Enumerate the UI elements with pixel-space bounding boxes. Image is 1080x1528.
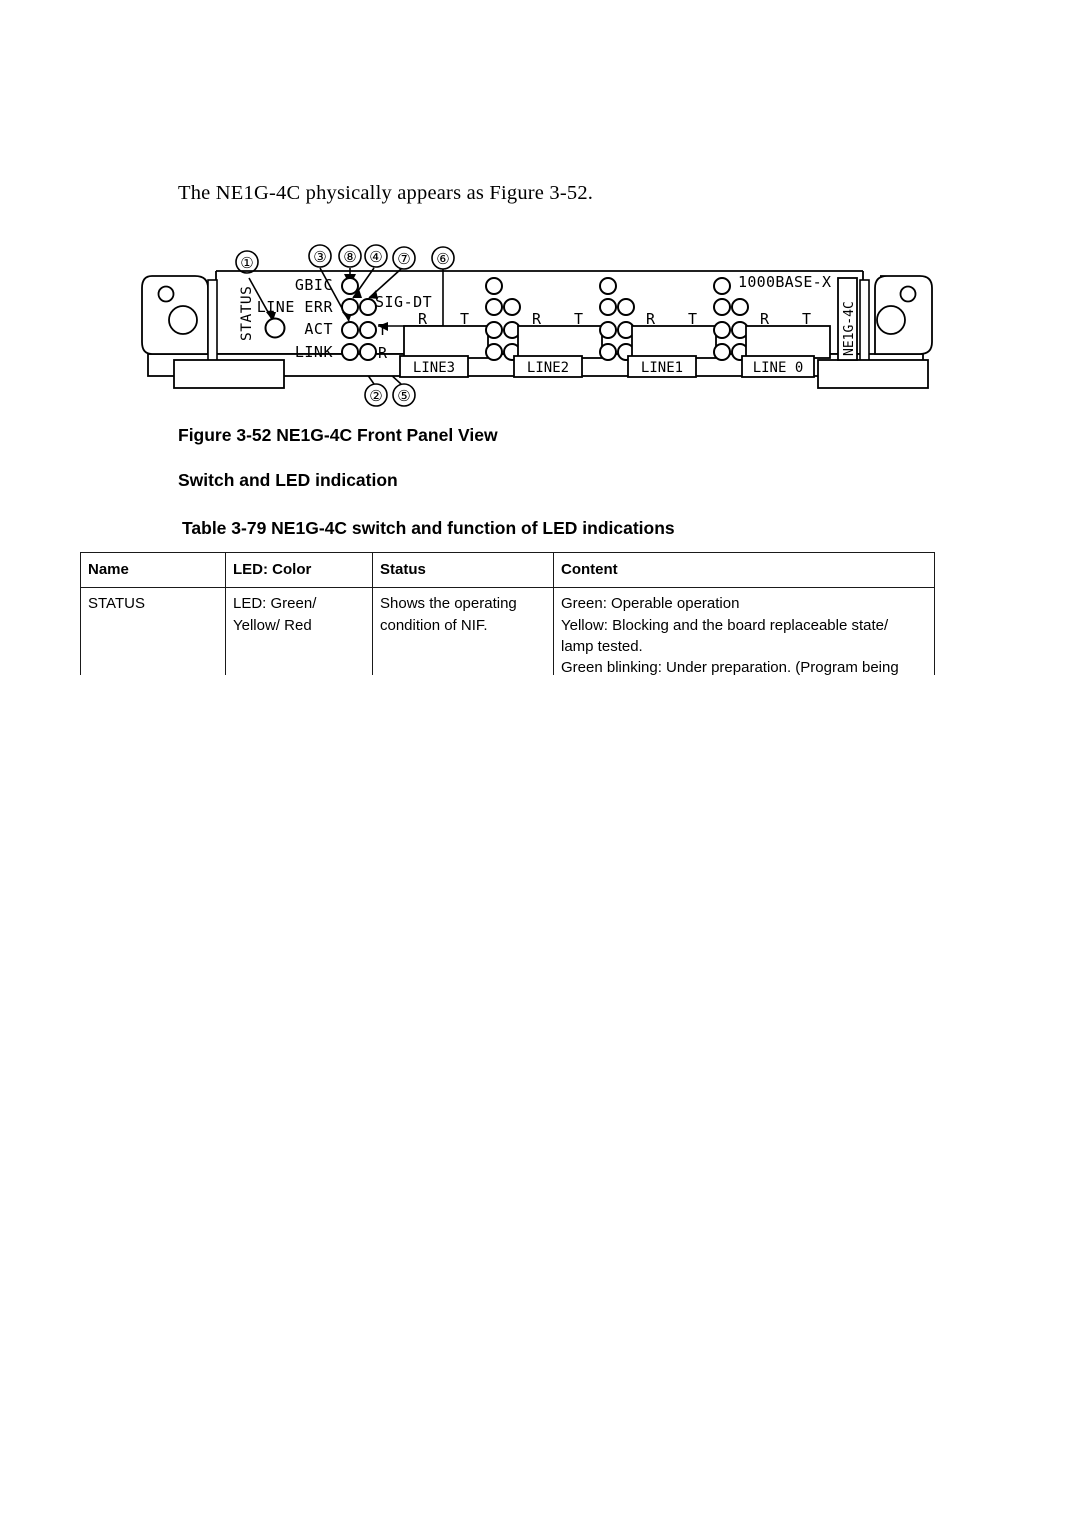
led-label-act: ACT bbox=[304, 320, 333, 338]
led-cluster-line1 bbox=[599, 277, 635, 361]
cell-content-line-4: Green blinking: Under preparation. (Prog… bbox=[561, 659, 899, 675]
port-socket-line2 bbox=[517, 325, 603, 359]
port-name-line0: LINE 0 bbox=[753, 360, 804, 376]
led-link-line1 bbox=[599, 343, 617, 361]
cell-content-line-3: lamp tested. bbox=[561, 637, 643, 655]
led-gbic-line2 bbox=[485, 277, 503, 295]
board-name-plate: NE1G-4C bbox=[837, 277, 858, 361]
led-act-line0 bbox=[713, 321, 731, 339]
callout-6: ⑥ bbox=[436, 250, 449, 268]
callout-4: ④ bbox=[369, 248, 382, 266]
led-sig-dt-line1 bbox=[617, 298, 635, 316]
led-line-err-line2 bbox=[485, 298, 503, 316]
callout-1: ① bbox=[240, 254, 253, 272]
cell-color-line-1: LED: Green/ bbox=[233, 595, 317, 613]
callout-5: ⑤ bbox=[397, 387, 410, 405]
cell-name: STATUS bbox=[80, 587, 226, 675]
cell-content-line-2: Yellow: Blocking and the board replaceab… bbox=[561, 616, 889, 634]
led-line-err-line0 bbox=[713, 298, 731, 316]
led-label-link: LINK bbox=[295, 343, 333, 361]
table-row: STATUS LED: Green/ Yellow/ Red Shows the… bbox=[80, 587, 935, 675]
cell-name-line-1: STATUS bbox=[88, 595, 145, 613]
led-act-t bbox=[359, 321, 377, 339]
bracket-large-hole-left bbox=[168, 305, 198, 335]
led-cluster-line2 bbox=[485, 277, 521, 361]
right-mounting-bracket bbox=[817, 275, 933, 389]
cell-status-line-1: Shows the operating bbox=[380, 595, 517, 613]
led-link bbox=[341, 343, 359, 361]
led-line-err bbox=[341, 298, 359, 316]
led-label-t: T bbox=[378, 321, 388, 339]
led-sig-dt-line0 bbox=[731, 298, 749, 316]
cell-status: Shows the operating condition of NIF. bbox=[372, 587, 554, 675]
cell-led-color: LED: Green/ Yellow/ Red bbox=[225, 587, 373, 675]
led-link-line0 bbox=[713, 343, 731, 361]
indications-table: Name LED: Color Status Content STATUS LE… bbox=[80, 552, 935, 675]
led-link-line2 bbox=[485, 343, 503, 361]
cell-content: Green: Operable operation Yellow: Blocki… bbox=[553, 587, 935, 675]
led-sig-dt bbox=[359, 298, 377, 316]
section-heading: Switch and LED indication bbox=[178, 470, 398, 490]
interface-type-label: 1000BASE-X bbox=[738, 273, 831, 291]
cell-color-line-2: Yellow/ Red bbox=[233, 616, 312, 634]
bracket-screw-hole-right bbox=[899, 285, 917, 303]
right-lower-tab bbox=[817, 359, 929, 389]
led-label-r: R bbox=[378, 344, 388, 362]
led-sig-dt-line2 bbox=[503, 298, 521, 316]
cell-status-line-2: condition of NIF. bbox=[380, 616, 488, 634]
indications-table-clip: Name LED: Color Status Content STATUS LE… bbox=[80, 552, 936, 675]
callout-7: ⑦ bbox=[397, 250, 410, 268]
callout-8: ⑧ bbox=[343, 248, 356, 266]
port-socket-line0 bbox=[745, 325, 831, 359]
led-label-gbic: GBIC bbox=[295, 276, 333, 294]
callout-2: ② bbox=[369, 387, 382, 405]
led-act bbox=[341, 321, 359, 339]
bracket-screw-hole-left bbox=[157, 285, 175, 303]
figure-caption: Figure 3-52 NE1G-4C Front Panel View bbox=[178, 425, 498, 445]
column-header-status: Status bbox=[372, 552, 554, 589]
led-gbic bbox=[341, 277, 359, 295]
front-panel-figure: ① ③ ⑧ ④ ⑦ ⑥ ② ⑤ STATUS NE1G-4C GBIC LINE… bbox=[0, 236, 1080, 421]
led-link-r bbox=[359, 343, 377, 361]
left-lower-tab bbox=[173, 359, 285, 389]
status-label: STATUS bbox=[239, 286, 255, 341]
port-name-line1: LINE1 bbox=[641, 360, 683, 376]
bracket-large-hole-right bbox=[876, 305, 906, 335]
led-act-line2 bbox=[485, 321, 503, 339]
port-name-line2: LINE2 bbox=[527, 360, 569, 376]
column-header-content: Content bbox=[553, 552, 935, 589]
intro-sentence: The NE1G-4C physically appears as Figure… bbox=[178, 182, 594, 204]
column-header-color: LED: Color bbox=[225, 552, 373, 589]
led-act-line1 bbox=[599, 321, 617, 339]
callout-3: ③ bbox=[313, 248, 326, 266]
cell-content-line-1: Green: Operable operation bbox=[561, 595, 740, 613]
table-header-row: Name LED: Color Status Content bbox=[80, 552, 935, 589]
led-line-err-line1 bbox=[599, 298, 617, 316]
port-socket-line3 bbox=[403, 325, 489, 359]
led-label-sig-dt: SIG-DT bbox=[375, 293, 432, 311]
status-led bbox=[264, 317, 286, 339]
led-gbic-line1 bbox=[599, 277, 617, 295]
table-caption: Table 3-79 NE1G-4C switch and function o… bbox=[182, 518, 675, 538]
led-gbic-line0 bbox=[713, 277, 731, 295]
led-label-line-err: LINE ERR bbox=[257, 298, 334, 316]
board-name-label: NE1G-4C bbox=[842, 301, 857, 356]
front-panel-drawing: ① ③ ⑧ ④ ⑦ ⑥ ② ⑤ STATUS NE1G-4C GBIC LINE… bbox=[141, 244, 933, 407]
column-header-name: Name bbox=[80, 552, 226, 589]
port-name-line3: LINE3 bbox=[413, 360, 455, 376]
port-socket-line1 bbox=[631, 325, 717, 359]
